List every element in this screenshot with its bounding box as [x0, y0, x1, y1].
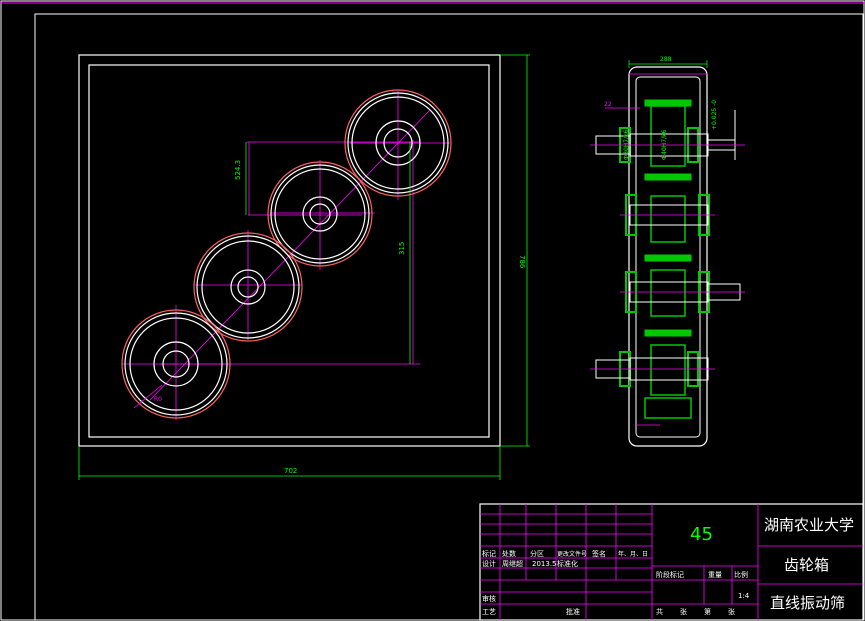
title-block: 45 湖南农业大学 齿轮箱 直线振动筛 1:4 标记 处数 分区 更改文件号 签… [479, 503, 864, 621]
tb-r2-c2: 周继超 [502, 559, 523, 568]
stage-mark-label: 阶段标记 [656, 570, 684, 579]
tb-r5-c1: 工艺 [482, 608, 496, 616]
offset-label: 22 [604, 101, 612, 108]
sheet-unit-label-1: 张 [680, 607, 687, 616]
top-width-label: 288 [660, 56, 672, 63]
width-dim-label: 702 [284, 467, 297, 475]
tb-r1-c2: 处数 [502, 549, 516, 558]
tb-r4-c1: 审核 [482, 594, 496, 603]
project-name: 直线振动筛 [770, 594, 845, 612]
tb-r2-c3: 2013.5 [532, 560, 557, 568]
cad-drawing: R0 702 786 524.3 315 288 22 Ф30H7/k6 Ф40… [0, 0, 865, 621]
svg-text:R0: R0 [154, 396, 162, 403]
material-label: 45 [690, 524, 713, 545]
tb-r2-c4: 标准化 [557, 559, 578, 568]
fit-tol-label: +0.025 -0 [711, 100, 718, 130]
tb-r1-c5: 签名 [592, 549, 606, 558]
tb-r5-c2: 批准 [566, 607, 580, 616]
shafts [595, 110, 741, 381]
sheet-border [0, 0, 865, 621]
sheet-no-label: 第 [704, 607, 711, 616]
tb-r2-c1: 设计 [482, 559, 496, 568]
housing-outer [78, 54, 501, 447]
tb-r1-c1: 标记 [482, 549, 496, 558]
tb-r1-c6: 年、月、日 [618, 550, 648, 558]
inner-frame [34, 13, 864, 621]
weight-label: 重量 [708, 571, 722, 579]
center-dim-1: 524.3 [234, 160, 242, 180]
fit-label-1: Ф30H7/k6 [623, 129, 630, 160]
dimensions-left [78, 54, 530, 480]
side-centerlines [590, 73, 745, 426]
tb-r1-c4: 更改文件号 [557, 550, 587, 558]
fit-label-2: Ф40H7/k6 [661, 129, 668, 160]
school-name: 湖南农业大学 [764, 516, 854, 534]
sheet-total-label: 共 [656, 607, 663, 616]
scale-value: 1:4 [738, 592, 750, 600]
dimension-labels-left: 702 786 524.3 315 [234, 160, 526, 475]
center-dim-2: 315 [398, 242, 406, 255]
part-name: 齿轮箱 [784, 556, 829, 574]
height-dim-label: 786 [518, 255, 526, 269]
side-view: 288 22 Ф30H7/k6 Ф40H7/k6 +0.025 -0 [590, 56, 745, 447]
front-view: R0 [78, 54, 501, 447]
tb-r1-c3: 分区 [530, 549, 544, 558]
sheet-unit-label-2: 张 [728, 607, 735, 616]
scale-label: 比例 [734, 570, 748, 579]
